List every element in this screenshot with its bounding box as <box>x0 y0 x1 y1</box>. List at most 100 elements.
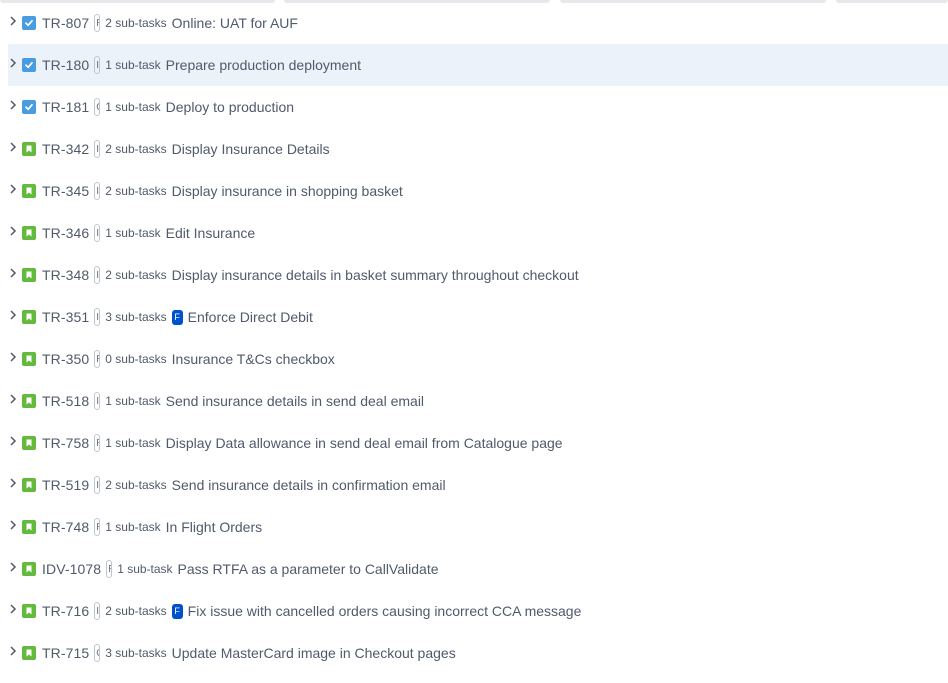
issue-key[interactable]: TR-807 <box>42 15 89 31</box>
task-checkbox-icon <box>22 58 36 72</box>
status-lozenge: I <box>94 56 101 74</box>
issue-key[interactable]: TR-348 <box>42 267 89 283</box>
issue-summary[interactable]: Display insurance in shopping basket <box>172 183 403 199</box>
expand-chevron-icon[interactable] <box>6 266 20 280</box>
issue-summary[interactable]: Send insurance details in send deal emai… <box>166 393 424 409</box>
status-lozenge: C <box>94 644 101 662</box>
status-lozenge: R <box>94 350 101 368</box>
issue-key[interactable]: TR-715 <box>42 645 89 661</box>
issue-row[interactable]: TR-715 C 3 sub-tasks Update MasterCard i… <box>8 632 948 674</box>
expand-chevron-icon[interactable] <box>6 560 20 574</box>
task-checkbox-icon <box>22 16 36 30</box>
issue-row[interactable]: TR-181 C 1 sub-task Deploy to production <box>8 86 948 128</box>
task-checkbox-icon <box>22 100 36 114</box>
issue-row[interactable]: TR-351 I 3 sub-tasks F Enforce Direct De… <box>8 296 948 338</box>
epic-badge[interactable]: F <box>171 309 183 325</box>
issue-key[interactable]: TR-519 <box>42 477 89 493</box>
issue-row[interactable]: TR-346 I 1 sub-task Edit Insurance <box>8 212 948 254</box>
subtask-count: 1 sub-task <box>105 100 161 114</box>
issue-key[interactable]: TR-342 <box>42 141 89 157</box>
issue-summary[interactable]: Enforce Direct Debit <box>188 309 313 325</box>
status-lozenge: I <box>94 224 101 242</box>
subtask-count: 2 sub-tasks <box>105 478 167 492</box>
story-bookmark-icon <box>22 184 36 198</box>
status-lozenge: I <box>94 140 101 158</box>
issue-key[interactable]: TR-181 <box>42 99 89 115</box>
issue-key[interactable]: TR-346 <box>42 225 89 241</box>
issue-summary[interactable]: Pass RTFA as a parameter to CallValidate <box>178 561 439 577</box>
issue-row[interactable]: TR-180 I 1 sub-task Prepare production d… <box>8 44 948 86</box>
issue-key[interactable]: TR-758 <box>42 435 89 451</box>
subtask-count: 1 sub-task <box>105 520 161 534</box>
issue-row[interactable]: TR-758 R 1 sub-task Display Data allowan… <box>8 422 948 464</box>
story-bookmark-icon <box>22 520 36 534</box>
issue-key[interactable]: IDV-1078 <box>42 561 101 577</box>
status-lozenge: C <box>94 98 101 116</box>
expand-chevron-icon[interactable] <box>6 182 20 196</box>
issue-row[interactable]: IDV-1078 R 1 sub-task Pass RTFA as a par… <box>8 548 948 590</box>
issue-key[interactable]: TR-716 <box>42 603 89 619</box>
issue-key[interactable]: TR-748 <box>42 519 89 535</box>
story-bookmark-icon <box>22 310 36 324</box>
issue-summary[interactable]: Update MasterCard image in Checkout page… <box>172 645 456 661</box>
status-lozenge: R <box>94 518 101 536</box>
issue-summary[interactable]: Display insurance details in basket summ… <box>172 267 579 283</box>
issue-key[interactable]: TR-351 <box>42 309 89 325</box>
issue-row[interactable]: TR-348 I 2 sub-tasks Display insurance d… <box>8 254 948 296</box>
subtask-count: 3 sub-tasks <box>105 646 167 660</box>
subtask-count: 1 sub-task <box>105 394 161 408</box>
issue-row[interactable]: TR-519 I 2 sub-tasks Send insurance deta… <box>8 464 948 506</box>
issue-summary[interactable]: Prepare production deployment <box>166 57 361 73</box>
issue-summary[interactable]: Display Insurance Details <box>172 141 330 157</box>
issue-list: TR-807 R 2 sub-tasks Online: UAT for AUF… <box>8 2 948 674</box>
expand-chevron-icon[interactable] <box>6 476 20 490</box>
subtask-count: 2 sub-tasks <box>105 604 167 618</box>
expand-chevron-icon[interactable] <box>6 56 20 70</box>
issue-summary[interactable]: In Flight Orders <box>166 519 262 535</box>
issue-summary[interactable]: Online: UAT for AUF <box>172 15 298 31</box>
status-lozenge: I <box>94 602 101 620</box>
subtask-count: 2 sub-tasks <box>105 268 167 282</box>
issue-key[interactable]: TR-518 <box>42 393 89 409</box>
expand-chevron-icon[interactable] <box>6 350 20 364</box>
status-lozenge: R <box>106 560 113 578</box>
expand-chevron-icon[interactable] <box>6 14 20 28</box>
expand-chevron-icon[interactable] <box>6 602 20 616</box>
story-bookmark-icon <box>22 478 36 492</box>
issue-key[interactable]: TR-350 <box>42 351 89 367</box>
expand-chevron-icon[interactable] <box>6 518 20 532</box>
subtask-count: 1 sub-task <box>105 436 161 450</box>
subtask-count: 1 sub-task <box>105 226 161 240</box>
status-lozenge: R <box>94 14 101 32</box>
issue-key[interactable]: TR-180 <box>42 57 89 73</box>
issue-summary[interactable]: Send insurance details in confirmation e… <box>172 477 446 493</box>
issue-summary[interactable]: Insurance T&Cs checkbox <box>172 351 335 367</box>
expand-chevron-icon[interactable] <box>6 434 20 448</box>
issue-row[interactable]: TR-345 I 2 sub-tasks Display insurance i… <box>8 170 948 212</box>
expand-chevron-icon[interactable] <box>6 98 20 112</box>
story-bookmark-icon <box>22 142 36 156</box>
issue-summary[interactable]: Fix issue with cancelled orders causing … <box>188 603 582 619</box>
epic-badge[interactable]: F <box>171 603 183 619</box>
issue-row[interactable]: TR-518 I 1 sub-task Send insurance detai… <box>8 380 948 422</box>
story-bookmark-icon <box>22 436 36 450</box>
expand-chevron-icon[interactable] <box>6 308 20 322</box>
issue-row[interactable]: TR-716 I 2 sub-tasks F Fix issue with ca… <box>8 590 948 632</box>
issue-summary[interactable]: Deploy to production <box>166 99 294 115</box>
expand-chevron-icon[interactable] <box>6 392 20 406</box>
expand-chevron-icon[interactable] <box>6 140 20 154</box>
issue-summary[interactable]: Edit Insurance <box>166 225 256 241</box>
issue-row[interactable]: TR-807 R 2 sub-tasks Online: UAT for AUF <box>8 2 948 44</box>
subtask-count: 1 sub-task <box>105 58 161 72</box>
issue-key[interactable]: TR-345 <box>42 183 89 199</box>
expand-chevron-icon[interactable] <box>6 224 20 238</box>
expand-chevron-icon[interactable] <box>6 644 20 658</box>
issue-summary[interactable]: Display Data allowance in send deal emai… <box>166 435 563 451</box>
issue-row[interactable]: TR-342 I 2 sub-tasks Display Insurance D… <box>8 128 948 170</box>
issue-row[interactable]: TR-350 R 0 sub-tasks Insurance T&Cs chec… <box>8 338 948 380</box>
story-bookmark-icon <box>22 268 36 282</box>
story-bookmark-icon <box>22 226 36 240</box>
status-lozenge: I <box>94 392 101 410</box>
status-lozenge: R <box>94 434 101 452</box>
issue-row[interactable]: TR-748 R 1 sub-task In Flight Orders <box>8 506 948 548</box>
